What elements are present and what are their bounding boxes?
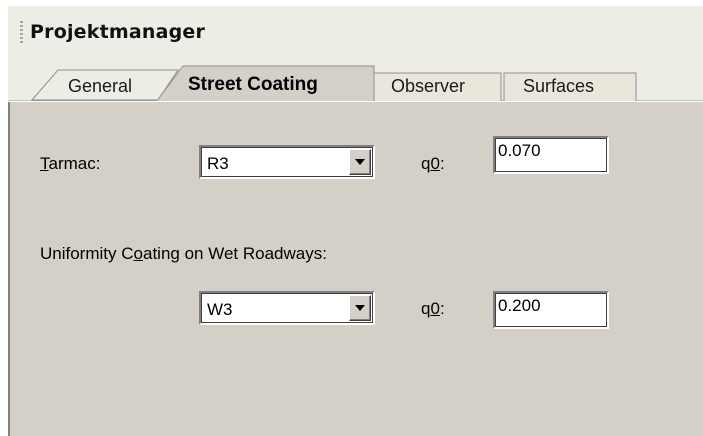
- wet-q0-value: 0.200: [498, 296, 541, 315]
- panel-header: Projektmanager: [8, 6, 703, 50]
- tarmac-label: Tarmac:: [40, 154, 101, 173]
- wet-coating-label: Uniformity Coating on Wet Roadways:: [40, 244, 327, 263]
- tarmac-select[interactable]: R3: [199, 145, 375, 179]
- tab-surfaces[interactable]: Surfaces: [523, 76, 594, 97]
- wet-coating-dropdown-button[interactable]: [349, 295, 371, 321]
- tarmac-dropdown-button[interactable]: [349, 149, 371, 175]
- tarmac-selected-value: R3: [207, 154, 229, 173]
- wet-coating-selected-value: W3: [207, 300, 233, 319]
- tab-content-street-coating: Tarmac: R3 q0: 0.070 Uniformity Coating …: [8, 101, 703, 436]
- chevron-down-icon: [355, 305, 365, 311]
- tarmac-q0-label: q0:: [421, 154, 445, 173]
- tab-general[interactable]: General: [68, 76, 132, 97]
- tarmac-q0-input[interactable]: 0.070: [493, 136, 609, 174]
- wet-q0-label: q0:: [421, 299, 445, 318]
- drag-grip-icon[interactable]: [20, 21, 23, 43]
- tarmac-q0-value: 0.070: [498, 141, 541, 160]
- panel-edge: [8, 102, 10, 436]
- wet-coating-select[interactable]: W3: [199, 291, 375, 325]
- tab-strip: General Street Coating Observer Surfaces: [8, 50, 703, 102]
- panel-title: Projektmanager: [30, 21, 206, 43]
- tab-observer[interactable]: Observer: [391, 76, 465, 97]
- tab-street-coating[interactable]: Street Coating: [188, 74, 318, 96]
- chevron-down-icon: [355, 159, 365, 165]
- wet-q0-input[interactable]: 0.200: [493, 291, 609, 329]
